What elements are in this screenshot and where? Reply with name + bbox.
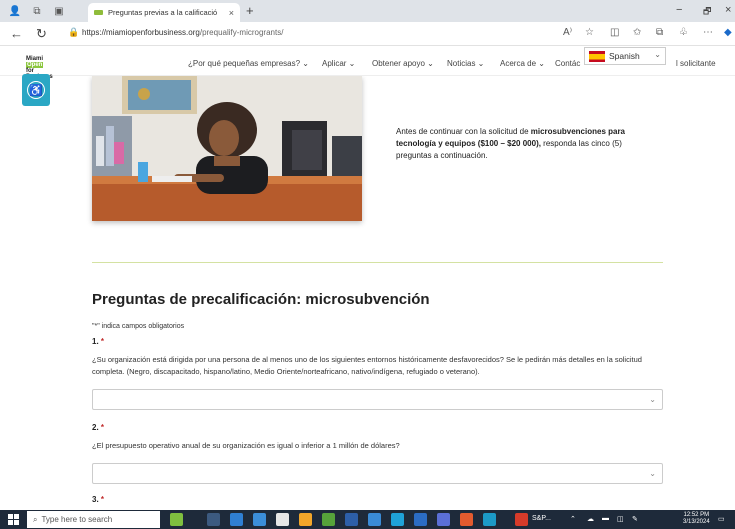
refresh-icon[interactable]: ↻ bbox=[36, 26, 47, 42]
question-1-text: ¿Su organización está dirigida por una p… bbox=[92, 355, 642, 376]
intro-prefix: Antes de continuar con la solicitud de bbox=[396, 127, 531, 136]
question-number: 3. bbox=[92, 495, 99, 504]
close-window-button[interactable]: × bbox=[725, 4, 731, 16]
file-explorer-icon[interactable] bbox=[276, 513, 289, 526]
taskbar-app-label[interactable]: S&P... bbox=[532, 515, 551, 522]
mail-app-icon[interactable] bbox=[230, 513, 243, 526]
intro-text: Antes de continuar con la solicitud de m… bbox=[396, 126, 656, 162]
split-screen-icon[interactable]: ◫ bbox=[610, 27, 619, 38]
spain-flag-icon bbox=[589, 50, 605, 62]
windows-start-icon[interactable] bbox=[8, 514, 19, 525]
chrome-icon[interactable] bbox=[299, 513, 312, 526]
tab-title: Preguntas previas a la calificació bbox=[108, 8, 218, 17]
question-1-select[interactable]: ⌄ bbox=[92, 389, 663, 410]
collections-icon[interactable]: ⧉ bbox=[30, 4, 44, 18]
nav-label: Aplicar bbox=[322, 59, 347, 68]
section-divider bbox=[92, 262, 663, 263]
nav-item-about[interactable]: Acerca de ⌄ bbox=[500, 59, 545, 68]
network-icon[interactable]: ◫ bbox=[617, 515, 624, 523]
clock-time: 12:52 PM bbox=[683, 512, 710, 518]
more-options-icon[interactable]: ⋯ bbox=[703, 27, 713, 38]
question-number: 1. bbox=[92, 337, 99, 346]
woman-at-desk-illustration bbox=[92, 76, 362, 221]
nav-label: Obtener apoyo bbox=[372, 59, 425, 68]
chevron-down-icon: ⌄ bbox=[654, 50, 661, 59]
windows-taskbar: ⌕ Type here to search S&P... ⌃ ☁ ▬ ◫ ✎ 1… bbox=[0, 510, 735, 529]
url-domain: https://miamiopenforbusiness.org bbox=[82, 28, 200, 37]
extensions-icon[interactable]: ♧ bbox=[679, 27, 688, 38]
minimize-button[interactable]: − bbox=[676, 4, 682, 16]
restore-button[interactable]: 🗗 bbox=[703, 4, 711, 20]
url-field[interactable]: https://miamiopenforbusiness.org/prequal… bbox=[82, 28, 283, 37]
page-content: Antes de continuar con la solicitud de m… bbox=[0, 76, 735, 510]
nav-item-contact[interactable]: Contác bbox=[555, 59, 580, 68]
accessibility-button[interactable]: ♿ bbox=[22, 74, 50, 106]
question-2-select[interactable]: ⌄ bbox=[92, 463, 663, 484]
pen-icon[interactable]: ✎ bbox=[632, 515, 638, 523]
tray-overflow-icon[interactable]: ⌃ bbox=[570, 515, 576, 523]
clock-date: 3/13/2024 bbox=[683, 519, 710, 525]
language-value: Spanish bbox=[609, 51, 640, 61]
form-title: Preguntas de precalificación: microsubve… bbox=[92, 291, 430, 308]
edge-icon[interactable] bbox=[483, 513, 496, 526]
question-1-number: 1. * bbox=[92, 337, 104, 346]
required-mark: * bbox=[100, 423, 105, 432]
question-2-text: ¿El presupuesto operativo anual de su or… bbox=[92, 441, 400, 450]
notes-app-icon[interactable] bbox=[345, 513, 358, 526]
required-mark: * bbox=[100, 337, 105, 346]
question-number: 2. bbox=[92, 423, 99, 432]
question-3-number: 3. * bbox=[92, 495, 104, 504]
hero-photo bbox=[92, 76, 362, 221]
favorite-star-icon[interactable]: ☆ bbox=[585, 27, 594, 38]
word-icon[interactable] bbox=[414, 513, 427, 526]
required-mark: * bbox=[100, 495, 105, 504]
profile-icon[interactable]: 👤 bbox=[8, 4, 22, 18]
task-view-icon[interactable] bbox=[207, 513, 220, 526]
taskbar-search-input[interactable]: ⌕ Type here to search bbox=[27, 511, 160, 528]
back-icon[interactable]: ← bbox=[10, 26, 23, 41]
accessibility-icon: ♿ bbox=[27, 81, 45, 99]
nav-label: Noticias bbox=[447, 59, 476, 68]
taskbar-clock[interactable]: 12:52 PM 3/13/2024 bbox=[683, 512, 710, 526]
copilot-icon[interactable]: ◆ bbox=[724, 27, 732, 38]
address-bar: ← ↻ 🔒 https://miamiopenforbusiness.org/p… bbox=[0, 22, 735, 46]
language-select[interactable]: Spanish ⌄ bbox=[584, 47, 666, 65]
weather-widget-icon[interactable] bbox=[170, 513, 183, 526]
url-path: /prequalify-microgrants/ bbox=[199, 28, 284, 37]
tab-close-button[interactable]: × bbox=[229, 8, 234, 18]
collections-toolbar-icon[interactable]: ⧉ bbox=[656, 27, 663, 38]
nav-item-why-small-business[interactable]: ¿Por qué pequeñas empresas? ⌄ bbox=[188, 59, 309, 68]
read-aloud-icon[interactable]: A⁾ bbox=[563, 27, 572, 38]
teams-icon[interactable] bbox=[437, 513, 450, 526]
nav-item-news[interactable]: Noticias ⌄ bbox=[447, 59, 484, 68]
required-fields-note: "*" indica campos obligatorios bbox=[92, 323, 185, 330]
calendar-app-icon[interactable] bbox=[253, 513, 266, 526]
site-favicon-icon bbox=[94, 10, 103, 15]
notifications-icon[interactable]: ▭ bbox=[718, 515, 725, 523]
pdf-app-icon[interactable] bbox=[515, 513, 528, 526]
nav-label: ¿Por qué pequeñas empresas? bbox=[188, 59, 301, 68]
site-logo[interactable]: Miami Open for Business bbox=[26, 56, 53, 80]
nav-item-get-support[interactable]: Obtener apoyo ⌄ bbox=[372, 59, 434, 68]
lock-icon[interactable]: 🔒 bbox=[68, 27, 79, 38]
nav-item-apply[interactable]: Aplicar ⌄ bbox=[322, 59, 355, 68]
question-2-number: 2. * bbox=[92, 423, 104, 432]
app-icon[interactable] bbox=[322, 513, 335, 526]
cloud-icon[interactable]: ☁ bbox=[587, 515, 594, 523]
new-tab-button[interactable]: + bbox=[246, 3, 254, 18]
nav-label: Acerca de bbox=[500, 59, 537, 68]
favorites-icon[interactable]: ✩ bbox=[633, 27, 641, 38]
people-app-icon[interactable] bbox=[368, 513, 381, 526]
site-header: Miami Open for Business ¿Por qué pequeña… bbox=[0, 46, 735, 80]
powerpoint-icon[interactable] bbox=[460, 513, 473, 526]
search-icon: ⌕ bbox=[33, 514, 38, 524]
taskbar-search-placeholder: Type here to search bbox=[41, 515, 113, 524]
tab-actions-icon[interactable]: ▣ bbox=[52, 4, 66, 18]
nav-item-applicant[interactable]: l solicitante bbox=[676, 59, 716, 68]
chevron-down-icon: ⌄ bbox=[649, 469, 656, 478]
battery-icon[interactable]: ▬ bbox=[602, 515, 609, 522]
chevron-down-icon: ⌄ bbox=[649, 395, 656, 404]
outlook-icon[interactable] bbox=[391, 513, 404, 526]
browser-tab-active[interactable]: Preguntas previas a la calificació × bbox=[88, 3, 240, 22]
